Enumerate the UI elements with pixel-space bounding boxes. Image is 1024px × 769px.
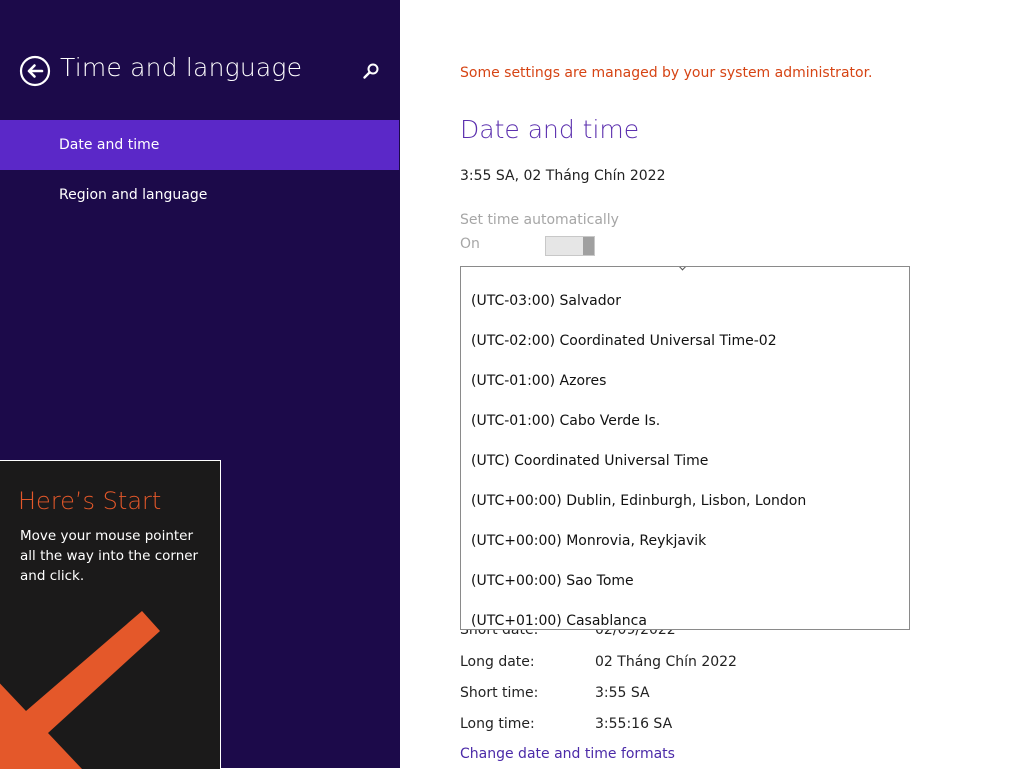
search-button[interactable] bbox=[360, 60, 382, 82]
nav-item-label: Date and time bbox=[59, 137, 160, 153]
set-time-auto-toggle[interactable] bbox=[545, 236, 595, 256]
timezone-option[interactable]: (UTC-02:00) Coordinated Universal Time-0… bbox=[461, 321, 909, 361]
search-icon bbox=[363, 63, 379, 79]
timezone-option[interactable]: (UTC+00:00) Dublin, Edinburgh, Lisbon, L… bbox=[461, 481, 909, 521]
long-date-label: Long date: bbox=[460, 654, 535, 670]
nav-item-date-and-time[interactable]: Date and time bbox=[0, 120, 399, 170]
timezone-option[interactable]: (UTC-01:00) Cabo Verde Is. bbox=[461, 401, 909, 441]
nav-item-label: Region and language bbox=[59, 187, 208, 203]
timezone-option[interactable]: (UTC) Coordinated Universal Time bbox=[461, 441, 909, 481]
corner-arrow-icon bbox=[0, 611, 160, 769]
change-formats-link[interactable]: Change date and time formats bbox=[460, 746, 675, 762]
start-tip-panel: Here’s Start Move your mouse pointer all… bbox=[0, 460, 221, 769]
short-time-label: Short time: bbox=[460, 685, 539, 701]
section-title: Date and time bbox=[460, 115, 640, 144]
short-time-value: 3:55 SA bbox=[595, 685, 650, 701]
back-button[interactable] bbox=[19, 55, 51, 87]
timezone-option[interactable]: (UTC+00:00) Monrovia, Reykjavik bbox=[461, 521, 909, 561]
long-date-value: 02 Tháng Chín 2022 bbox=[595, 654, 737, 670]
page-title: Time and language bbox=[60, 53, 303, 82]
timezone-option[interactable]: (UTC+01:00) Casablanca bbox=[461, 601, 909, 629]
timezone-dropdown-list[interactable]: (UTC-03:00) Salvador (UTC-02:00) Coordin… bbox=[460, 266, 910, 630]
timezone-option[interactable]: (UTC-01:00) Azores bbox=[461, 361, 909, 401]
tip-body: Move your mouse pointer all the way into… bbox=[20, 528, 199, 584]
toggle-state-label: On bbox=[460, 236, 480, 252]
long-time-label: Long time: bbox=[460, 716, 535, 732]
set-time-auto-label: Set time automatically bbox=[460, 212, 619, 228]
back-arrow-icon bbox=[19, 55, 51, 87]
admin-notice: Some settings are managed by your system… bbox=[460, 65, 873, 81]
scroll-up-chevron-icon bbox=[677, 267, 688, 271]
toggle-thumb bbox=[583, 237, 594, 255]
current-datetime: 3:55 SA, 02 Tháng Chín 2022 bbox=[460, 168, 666, 184]
tip-title: Here’s Start bbox=[18, 487, 162, 515]
timezone-option[interactable]: (UTC+00:00) Sao Tome bbox=[461, 561, 909, 601]
nav-item-region-and-language[interactable]: Region and language bbox=[0, 170, 399, 220]
long-time-value: 3:55:16 SA bbox=[595, 716, 673, 732]
timezone-option[interactable]: (UTC-03:00) Salvador bbox=[461, 281, 909, 321]
